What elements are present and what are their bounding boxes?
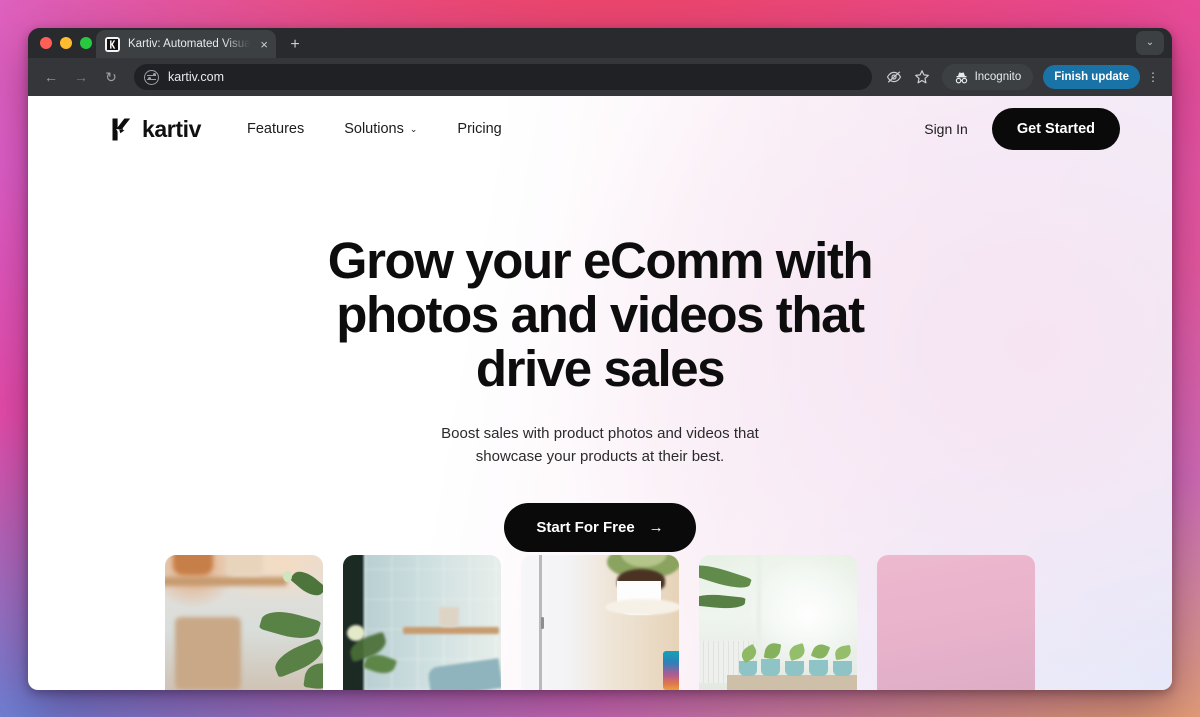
start-for-free-label: Start For Free [536, 518, 635, 536]
hero-section: Grow your eComm with photos and videos t… [28, 162, 1172, 552]
nav-item-label: Pricing [457, 121, 502, 137]
window-traffic-lights [40, 37, 92, 49]
nav-item-solutions[interactable]: Solutions ⌄ [344, 121, 417, 137]
get-started-button[interactable]: Get Started [991, 108, 1120, 150]
nav-links: Features Solutions ⌄ Pricing [247, 121, 502, 137]
browser-menu-button[interactable]: ⋮ [1144, 70, 1162, 84]
incognito-label: Incognito [974, 71, 1022, 83]
plant-on-shelf-photo[interactable] [165, 555, 323, 690]
forward-button[interactable]: → [68, 64, 94, 90]
nav-item-pricing[interactable]: Pricing [457, 121, 501, 137]
tab-search-chevron-down-icon[interactable]: ⌄ [1136, 31, 1164, 55]
nav-item-label: Solutions [344, 121, 404, 137]
potted-plant-table-photo[interactable] [521, 555, 679, 690]
minimize-window-button[interactable] [60, 37, 72, 49]
browser-toolbar: ← → ↻ kartiv.com Incognito Finish update… [28, 58, 1172, 96]
tab-close-icon[interactable]: × [258, 38, 270, 51]
address-bar[interactable]: kartiv.com [134, 64, 872, 90]
kartiv-logo [112, 118, 131, 140]
sign-in-link[interactable]: Sign In [924, 121, 968, 137]
tab-title: Kartiv: Automated Visual Con [128, 38, 251, 50]
eye-slash-icon[interactable] [882, 65, 906, 89]
brand-name: kartiv [142, 115, 201, 142]
close-window-button[interactable] [40, 37, 52, 49]
nav-item-features[interactable]: Features [247, 121, 304, 137]
web-page: kartiv Features Solutions ⌄ Pricing Sign… [28, 96, 1172, 690]
hero-gallery [28, 555, 1172, 690]
back-button[interactable]: ← [38, 64, 64, 90]
arrow-right-icon: → [648, 518, 664, 536]
incognito-indicator[interactable]: Incognito [941, 64, 1034, 90]
page-title: Grow your eComm with photos and videos t… [327, 232, 874, 398]
nav-item-label: Features [246, 121, 305, 137]
hero-subtext: Boost sales with product photos and vide… [441, 425, 759, 466]
site-nav: kartiv Features Solutions ⌄ Pricing Sign… [28, 96, 1172, 162]
new-tab-button[interactable]: + [284, 34, 306, 56]
reload-button[interactable]: ↻ [98, 64, 124, 90]
kartiv-favicon [105, 36, 120, 52]
address-bar-url: kartiv.com [168, 70, 225, 84]
star-icon[interactable] [910, 65, 934, 89]
tune-icon[interactable] [144, 69, 159, 85]
window-shelf-mug-photo[interactable] [343, 555, 501, 690]
tab-strip: Kartiv: Automated Visual Con × + ⌄ [28, 28, 1172, 58]
brand[interactable]: kartiv [110, 116, 201, 143]
pink-backdrop-photo[interactable] [877, 555, 1035, 690]
start-for-free-button[interactable]: Start For Free → [504, 502, 696, 552]
zoom-window-button[interactable] [80, 37, 92, 49]
finish-update-button[interactable]: Finish update [1043, 65, 1140, 89]
windowsill-plants-photo[interactable] [699, 555, 857, 690]
chevron-down-icon: ⌄ [409, 123, 418, 134]
browser-tab[interactable]: Kartiv: Automated Visual Con × [96, 30, 276, 58]
nav-actions: Sign In Get Started [924, 108, 1120, 150]
browser-window: Kartiv: Automated Visual Con × + ⌄ ← → ↻… [28, 28, 1172, 690]
incognito-hat-icon [955, 72, 967, 83]
